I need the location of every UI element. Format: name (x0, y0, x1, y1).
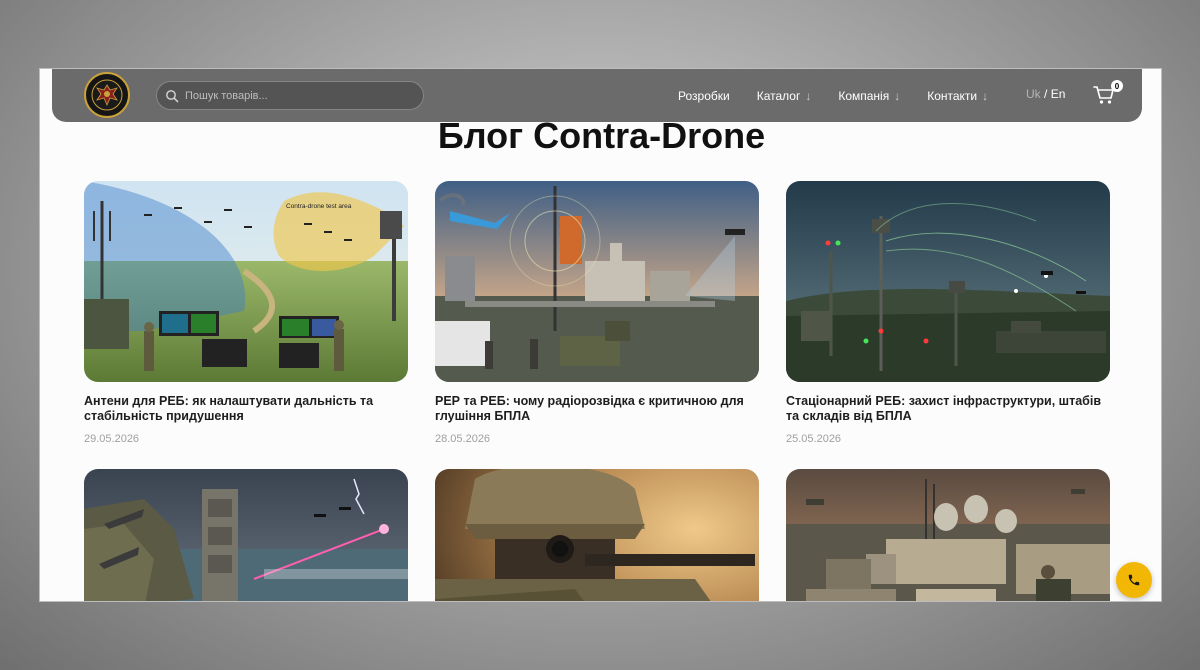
test-area-label: Contra-drone test area (286, 203, 352, 210)
blog-card-date: 28.05.2026 (435, 433, 491, 445)
arrow-down-icon: ↓ (894, 88, 901, 103)
nav-item-label: Каталог (756, 88, 801, 103)
blog-card-image[interactable]: Contra-drone test area (84, 181, 408, 382)
nav-item-label: Розробки (678, 88, 730, 103)
search-input[interactable] (185, 89, 415, 102)
nav-item-contacts[interactable]: Контакти ↓ (927, 89, 988, 103)
blog-card-image[interactable] (435, 181, 759, 382)
nav-item-company[interactable]: Компанія ↓ (838, 89, 900, 103)
nav-item-developments[interactable]: Розробки (678, 89, 730, 103)
blog-card[interactable] (435, 469, 759, 601)
blog-card-image[interactable] (435, 469, 759, 601)
blog-card-title[interactable]: РЕР та РЕБ: чому радіорозвідка є критичн… (435, 394, 759, 424)
arrow-down-icon: ↓ (982, 88, 989, 103)
page-title: Блог Contra-Drone (437, 115, 766, 156)
blog-card[interactable] (84, 469, 408, 601)
blog-card-image[interactable] (84, 469, 408, 601)
eagle-emblem-icon (91, 79, 123, 111)
search-bar[interactable] (156, 81, 424, 110)
blog-card-title[interactable]: Антени для РЕБ: як налаштувати дальність… (84, 394, 408, 424)
nav-item-label: Компанія (838, 88, 890, 103)
blog-card-date: 25.05.2026 (786, 433, 842, 445)
blog-card-image[interactable] (786, 469, 1110, 601)
lang-separator: / (1044, 87, 1048, 101)
call-button[interactable] (1116, 562, 1152, 598)
site-logo[interactable] (84, 72, 130, 118)
nav-item-label: Контакти (927, 88, 978, 103)
blog-card[interactable]: Contra-drone test area Антени для РЕБ: я… (84, 181, 408, 445)
search-icon (165, 89, 179, 103)
blog-card[interactable]: Стаціонарний РЕБ: захист інфраструктури,… (786, 181, 1110, 445)
language-switcher: Uk / En (1026, 87, 1065, 101)
browser-viewport: Розробки Каталог ↓ Компанія ↓ Контакти ↓… (39, 68, 1162, 602)
phone-icon (1128, 574, 1140, 586)
blog-card[interactable]: РЕР та РЕБ: чому радіорозвідка є критичн… (435, 181, 759, 445)
cart-button[interactable]: 0 (1092, 80, 1123, 107)
blog-card-image[interactable] (786, 181, 1110, 382)
blog-card[interactable] (786, 469, 1110, 601)
cart-count-badge: 0 (1111, 80, 1123, 92)
blog-card-date: 29.05.2026 (84, 433, 140, 445)
arrow-down-icon: ↓ (805, 88, 812, 103)
lang-uk-link[interactable]: Uk (1026, 87, 1041, 101)
nav-item-catalog[interactable]: Каталог ↓ (757, 89, 812, 103)
lang-en-link[interactable]: En (1051, 87, 1066, 101)
blog-card-title[interactable]: Стаціонарний РЕБ: захист інфраструктури,… (786, 394, 1110, 424)
